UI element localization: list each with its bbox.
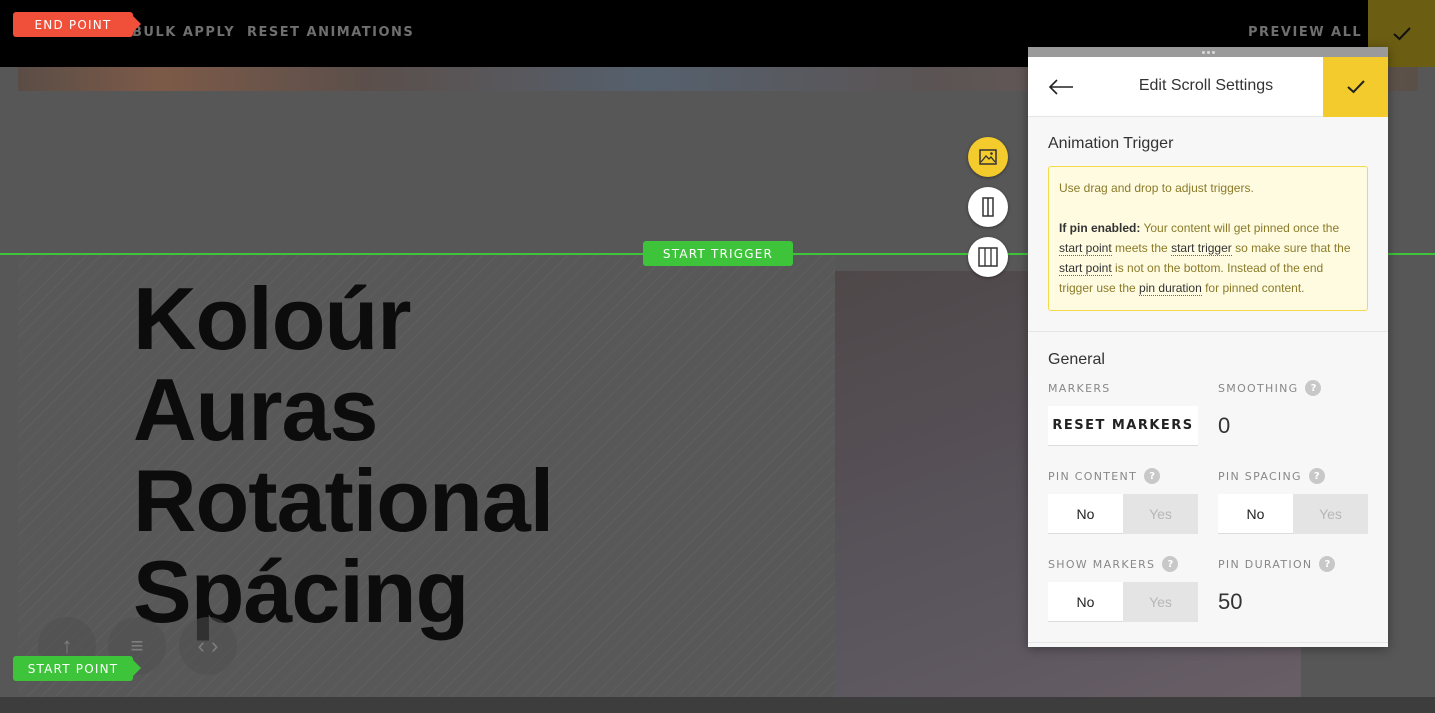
pin-spacing-no-option[interactable]: No: [1218, 494, 1293, 534]
pin-content-no-option[interactable]: No: [1048, 494, 1123, 534]
field-label-text: PIN DURATION: [1218, 557, 1313, 571]
show-markers-field: SHOW MARKERS? No Yes: [1048, 554, 1198, 622]
smoothing-field: SMOOTHING? 0: [1218, 378, 1368, 446]
back-button[interactable]: [1048, 75, 1074, 99]
start-point-marker[interactable]: START POINT: [13, 656, 141, 681]
panel-title: Edit Scroll Settings: [1138, 77, 1274, 94]
help-icon[interactable]: ?: [1305, 380, 1322, 396]
start-trigger-label[interactable]: START TRIGGER: [643, 241, 793, 266]
confirm-button[interactable]: [1323, 57, 1388, 117]
field-label-text: PIN SPACING: [1218, 469, 1302, 483]
pin-spacing-yes-option[interactable]: Yes: [1293, 494, 1368, 534]
bulk-apply-button[interactable]: BULK APPLY: [132, 25, 235, 40]
bottom-strip: [0, 697, 1435, 713]
smoothing-value[interactable]: 0: [1218, 406, 1368, 446]
heading-line: Koloúr: [133, 269, 412, 368]
markers-field: MARKERS RESET MARKERS: [1048, 378, 1198, 446]
menu-icon: ≡: [130, 633, 144, 658]
column-wide-icon: [978, 247, 998, 267]
chevron-left-right-icon: ‹ ›: [197, 633, 219, 658]
pin-content-toggle: No Yes: [1048, 494, 1198, 534]
scroll-settings-panel: Edit Scroll Settings Animation Trigger U…: [1028, 47, 1388, 647]
info-term: pin duration: [1139, 281, 1202, 296]
pin-content-field: PIN CONTENT? No Yes: [1048, 466, 1198, 534]
panel-header: Edit Scroll Settings: [1028, 57, 1388, 117]
info-text: meets the: [1111, 241, 1172, 255]
pin-info-label: If pin enabled:: [1059, 221, 1141, 235]
start-trigger-line[interactable]: [0, 253, 1028, 255]
narrow-layout-button[interactable]: [968, 187, 1008, 227]
field-label-text: SMOOTHING: [1218, 381, 1299, 395]
info-term: start point: [1059, 261, 1112, 276]
show-markers-label: SHOW MARKERS?: [1048, 554, 1198, 574]
info-term: start trigger: [1171, 241, 1232, 256]
markers-label: MARKERS: [1048, 381, 1111, 395]
info-text: so make sure that the: [1231, 241, 1351, 255]
field-label-text: PIN CONTENT: [1048, 469, 1138, 483]
help-icon[interactable]: ?: [1144, 468, 1161, 484]
pin-duration-label: PIN DURATION?: [1218, 554, 1368, 574]
section-title: Animation Trigger: [1048, 135, 1174, 152]
pin-spacing-toggle: No Yes: [1218, 494, 1368, 534]
image-settings-button[interactable]: [968, 137, 1008, 177]
trigger-info-box: Use drag and drop to adjust triggers. If…: [1048, 166, 1368, 311]
carousel-prev-next-button[interactable]: ‹ ›: [179, 617, 237, 675]
help-icon[interactable]: ?: [1319, 556, 1336, 572]
info-term: start point: [1059, 241, 1112, 256]
pin-duration-field: PIN DURATION? 50: [1218, 554, 1368, 622]
general-section: General MARKERS RESET MARKERS SMOOTHING?…: [1028, 332, 1388, 643]
show-markers-yes-option[interactable]: Yes: [1123, 582, 1198, 622]
reset-animations-button[interactable]: RESET ANIMATIONS: [247, 25, 414, 40]
wide-layout-button[interactable]: [968, 237, 1008, 277]
end-point-marker[interactable]: END POINT: [13, 12, 141, 37]
hero-heading: Koloúr Auras Rotational Spácing: [133, 269, 554, 637]
section-title: General: [1048, 351, 1105, 368]
drag-handle[interactable]: [1028, 47, 1388, 57]
animation-trigger-section: Animation Trigger Use drag and drop to a…: [1028, 117, 1388, 332]
info-text: Your content will get pinned once the: [1140, 221, 1340, 235]
pin-content-yes-option[interactable]: Yes: [1123, 494, 1198, 534]
info-text: for pinned content.: [1201, 281, 1305, 295]
reset-markers-button[interactable]: RESET MARKERS: [1048, 406, 1198, 446]
pin-info-text: If pin enabled: Your content will get pi…: [1059, 218, 1357, 298]
smoothing-label: SMOOTHING?: [1218, 378, 1368, 398]
help-icon[interactable]: ?: [1308, 468, 1325, 484]
pin-spacing-label: PIN SPACING?: [1218, 466, 1368, 486]
pin-content-label: PIN CONTENT?: [1048, 466, 1198, 486]
preview-all-button[interactable]: PREVIEW ALL: [1248, 25, 1362, 40]
heading-line: Rotational: [133, 451, 554, 550]
checkmark-icon: [1392, 26, 1411, 40]
checkmark-icon: [1346, 80, 1365, 94]
show-markers-no-option[interactable]: No: [1048, 582, 1123, 622]
arrow-left-icon: [1048, 79, 1073, 95]
pin-spacing-field: PIN SPACING? No Yes: [1218, 466, 1368, 534]
show-markers-toggle: No Yes: [1048, 582, 1198, 622]
help-icon[interactable]: ?: [1162, 556, 1179, 572]
info-text: Use drag and drop to adjust triggers.: [1059, 181, 1254, 195]
pin-duration-value[interactable]: 50: [1218, 582, 1368, 622]
image-icon: [979, 149, 997, 165]
heading-line: Auras: [133, 360, 378, 459]
column-narrow-icon: [982, 197, 994, 217]
start-trigger-line-right: [1388, 253, 1435, 255]
field-label-text: SHOW MARKERS: [1048, 557, 1156, 571]
